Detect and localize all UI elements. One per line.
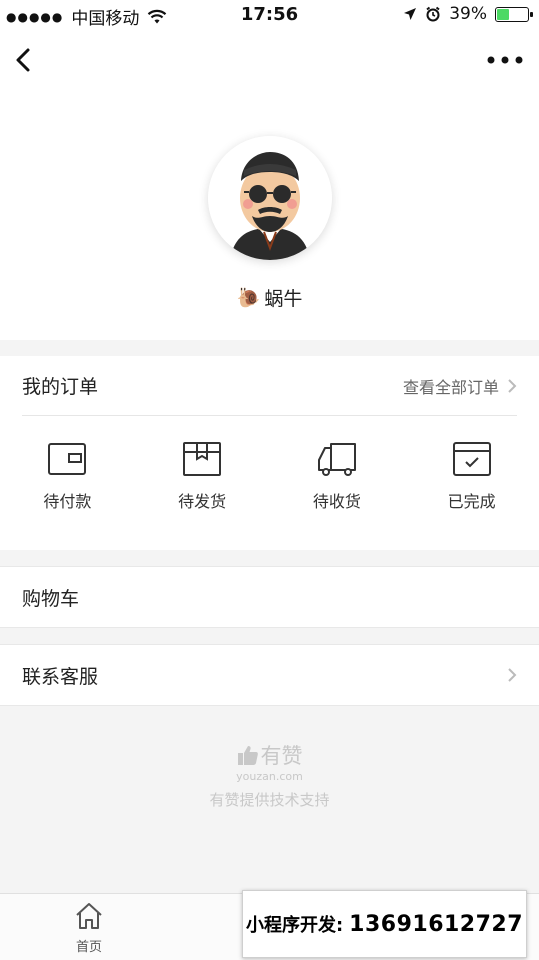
snail-emoji-icon: 🐌 [236, 287, 261, 309]
orders-title: 我的订单 [22, 376, 99, 398]
contact-service-row[interactable]: 联系客服 [0, 644, 539, 706]
home-icon [76, 903, 102, 929]
contact-service-label: 联系客服 [22, 665, 99, 688]
brand-domain: youzan.com [236, 770, 303, 783]
brand-logo: 有赞 [0, 740, 539, 770]
nickname-row: 🐌 蜗牛 [0, 284, 539, 311]
location-arrow-icon [404, 8, 417, 20]
order-status-label: 已完成 [447, 492, 496, 511]
promo-label: 小程序开发: [245, 915, 344, 936]
promo-banner: 小程序开发: 13691612727 [242, 890, 527, 958]
shopping-cart-label: 购物车 [22, 587, 80, 610]
bearded-man-avatar-icon [208, 136, 332, 260]
nickname: 蜗牛 [264, 288, 303, 310]
order-status-pending-receipt[interactable]: 待收货 [270, 440, 405, 512]
promo-phone: 13691612727 [349, 911, 524, 937]
order-status-list: 待付款 待发货 待收货 已完成 [0, 440, 539, 512]
completed-check-icon [452, 442, 491, 476]
profile-section: 🐌 蜗牛 [0, 88, 539, 340]
battery-fill [497, 8, 509, 20]
view-all-orders-link[interactable]: 查看全部订单 [403, 374, 517, 398]
navigation-bar [0, 32, 539, 88]
view-all-orders-label: 查看全部订单 [402, 377, 499, 397]
tech-support-text: 有赞提供技术支持 [209, 791, 330, 809]
brand-name: 有赞 [260, 744, 303, 768]
tab-home-label: 首页 [75, 940, 102, 955]
shopping-cart-row[interactable]: 购物车 [0, 566, 539, 628]
order-status-pending-shipment[interactable]: 待发货 [135, 440, 270, 512]
avatar[interactable] [208, 136, 332, 260]
orders-header[interactable]: 我的订单 查看全部订单 [22, 356, 517, 416]
chevron-right-icon [508, 378, 517, 393]
more-dots-icon[interactable] [485, 48, 525, 72]
wallet-icon [48, 443, 87, 475]
battery-percent: 39% [449, 4, 487, 24]
package-box-icon [183, 442, 222, 476]
chevron-right-icon [508, 668, 517, 682]
orders-card: 我的订单 查看全部订单 待付款 待发货 待收货 已完成 [0, 356, 539, 550]
order-status-label: 待收货 [312, 492, 361, 511]
order-status-label: 待付款 [43, 492, 92, 511]
back-chevron-icon[interactable] [12, 42, 36, 78]
thumbs-up-icon [237, 746, 258, 765]
order-status-pending-payment[interactable]: 待付款 [0, 440, 135, 512]
delivery-truck-icon [317, 443, 356, 476]
tab-home[interactable]: 首页 [52, 900, 126, 955]
brand-footer: 有赞 youzan.com 有赞提供技术支持 [0, 740, 539, 810]
order-status-label: 待发货 [178, 492, 227, 511]
alarm-icon [426, 6, 440, 22]
status-right: 39% [403, 4, 533, 24]
battery-icon [495, 6, 533, 22]
order-status-completed[interactable]: 已完成 [404, 440, 539, 512]
status-bar: ●●●●● 中国移动 17:56 39% [0, 0, 539, 32]
